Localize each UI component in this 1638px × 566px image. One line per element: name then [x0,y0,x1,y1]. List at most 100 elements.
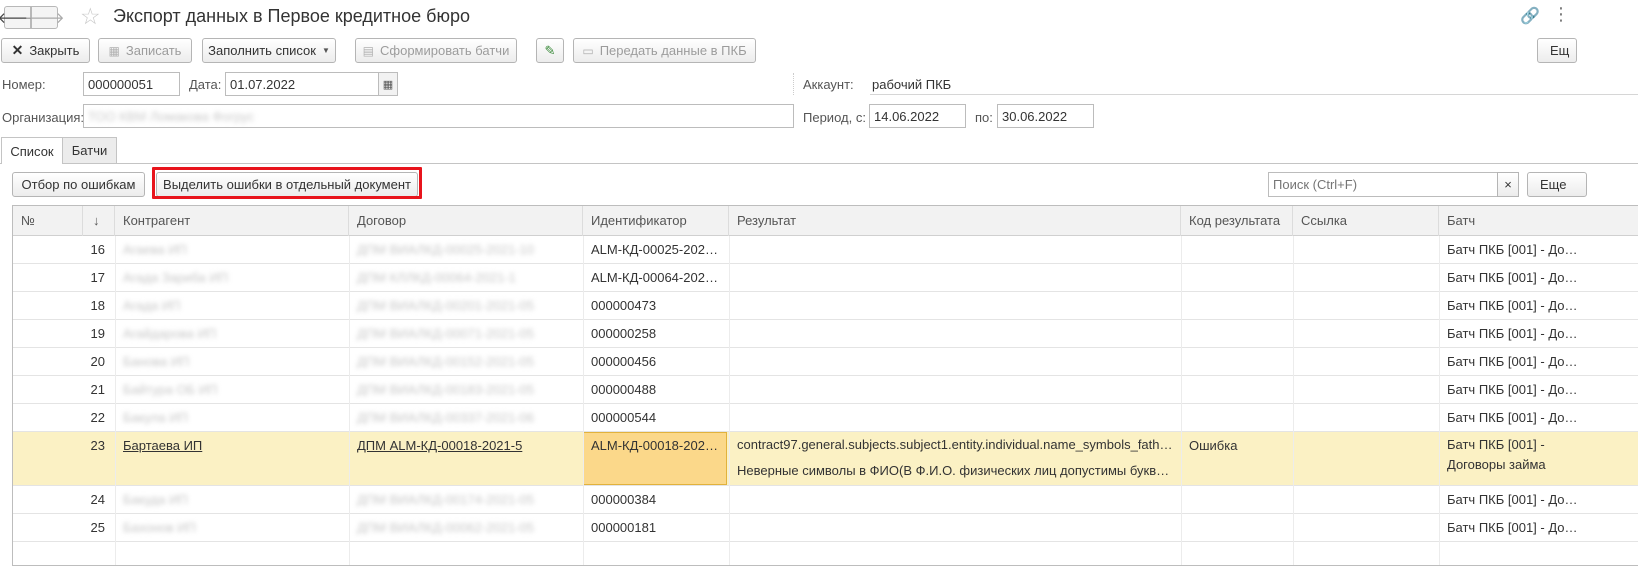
period-from-field[interactable]: 14.06.2022 [869,104,966,128]
cell-counterparty[interactable]: Бахонов ИП [115,514,349,542]
column-header-batch[interactable]: Батч [1439,206,1638,236]
table-row[interactable]: 18 Агада ИП ДПМ ВИАЛКД-00201-2021-05 000000… [13,292,1638,320]
cell-batch-line1: Батч ПКБ [001] - До… [1447,270,1578,285]
cell-link [1293,486,1439,514]
list-more-button[interactable]: Еще [1527,172,1587,197]
column-divider [1439,236,1440,565]
cell-link [1293,514,1439,542]
save-button[interactable]: ▦ Записать [98,38,192,63]
table-row[interactable]: 19 Агайдарова ИП ДПМ ВИАЛКД-00071-2021-05 0… [13,320,1638,348]
cell-number: 25 [90,520,105,535]
table-row[interactable]: 16 Агаева ИП ДПМ ВИАЛКД-00025-2021-10 ALM-К… [13,236,1638,264]
cell-link [1293,348,1439,376]
calendar-button[interactable]: ▦ [378,72,398,96]
cell-result [729,236,1181,264]
cell-contract[interactable]: ДПМ ВИАЛКД-00062-2021-05 [349,514,583,542]
organization-label: Организация: [2,110,85,125]
column-header-counterparty[interactable]: Контрагент [115,206,349,236]
cell-result-code [1181,348,1293,376]
window-title: Экспорт данных в Первое кредитное бюро [113,6,470,26]
cell-counterparty[interactable]: Байтура ОБ ИП [115,376,349,404]
cell-batch-line1: Батч ПКБ [001] - До… [1447,354,1578,369]
tab-batches[interactable]: Батчи [62,137,117,163]
period-to-field[interactable]: 30.06.2022 [997,104,1094,128]
account-underline [870,94,1638,95]
cell-contract[interactable]: ДПМ ВИАЛКД-00183-2021-05 [349,376,583,404]
cell-contract[interactable]: ДПМ ВИАЛКД-00201-2021-05 [349,292,583,320]
table-row[interactable]: 24 Бакуда ИП ДПМ ВИАЛКД-00174-2021-05 00000… [13,486,1638,514]
cell-counterparty[interactable]: Агада ИП [115,292,349,320]
column-divider [1181,236,1182,565]
cell-result-code [1181,264,1293,292]
number-label: Номер: [2,77,46,92]
clear-search-button[interactable]: × [1497,172,1519,197]
data-table[interactable]: № ↓ Контрагент Договор Идентификатор Рез… [12,205,1638,566]
column-header-contract[interactable]: Договор [349,206,583,236]
cell-result [729,376,1181,404]
send-to-pkb-button[interactable]: ▭ Передать данные в ПКБ [573,38,756,63]
column-header-result-code[interactable]: Код результата [1181,206,1293,236]
sort-arrow-icon[interactable]: ↓ [83,206,115,236]
column-header-number[interactable]: № [13,206,83,236]
table-row[interactable]: 17 Агада Зариба ИП ДПМ КЛЛКД-00064-2021-1 A… [13,264,1638,292]
cell-result [729,348,1181,376]
table-row[interactable]: 22 Бакула ИП ДПМ ВИАЛКД-00337-2021-06 00000… [13,404,1638,432]
cell-contract[interactable]: ДПМ ВИАЛКД-00071-2021-05 [349,320,583,348]
column-header-link[interactable]: Ссылка [1293,206,1439,236]
number-field[interactable]: 000000051 [83,72,180,96]
calendar-icon: ▦ [382,78,394,91]
column-header-identifier[interactable]: Идентификатор [583,206,729,236]
send-icon: ▭ [582,43,594,58]
organization-field[interactable]: ТОО КВМ Ломакова Фогрус [83,104,794,128]
cell-identifier: 000000384 [591,492,657,507]
cell-link [1293,404,1439,432]
cell-contract[interactable]: ДПМ ВИАЛКД-00152-2021-05 [349,348,583,376]
date-field[interactable]: 01.07.2022 [225,72,379,96]
cell-counterparty[interactable]: Бакула ИП [115,404,349,432]
cell-result-code [1181,486,1293,514]
highlight-frame [152,167,422,199]
cell-contract[interactable]: ДПМ КЛЛКД-00064-2021-1 [349,264,583,292]
cell-contract[interactable]: ДПМ ВИАЛКД-00337-2021-06 [349,404,583,432]
filter-errors-button[interactable]: Отбор по ошибкам [12,172,145,197]
column-header-result[interactable]: Результат [729,206,1181,236]
more-vertical-icon[interactable]: ⋮ [1552,4,1570,25]
account-value[interactable]: рабочий ПКБ [872,77,951,92]
pen-settings-button[interactable]: ✎ [536,38,564,63]
cell-contract[interactable]: ДПМ ALM-КД-00018-2021-5 [349,432,583,486]
forward-button[interactable]: 🡒 [24,6,65,29]
cell-number: 19 [90,326,105,341]
cell-counterparty[interactable]: Банова ИП [115,348,349,376]
tab-list[interactable]: Список [1,137,63,164]
build-batches-button[interactable]: ▤ Сформировать батчи [355,38,517,63]
cell-counterparty[interactable]: Бакуда ИП [115,486,349,514]
cell-link [1293,292,1439,320]
cell-link [1293,432,1439,486]
fill-list-button[interactable]: Заполнить список ▼ [202,38,336,63]
cell-counterparty[interactable]: Агайдарова ИП [115,320,349,348]
search-input[interactable] [1268,172,1498,197]
tabs-divider [0,163,1638,164]
favorite-star-icon[interactable]: ☆ [80,3,101,30]
column-divider [583,236,584,565]
cell-result-line1: contract97.general.subjects.subject1.ent… [737,437,1173,452]
cell-contract[interactable]: ДПМ ВИАЛКД-00025-2021-10 [349,236,583,264]
cell-result-line2: Неверные символы в ФИО(В Ф.И.О. физическ… [737,463,1173,478]
link-icon[interactable]: 🔗 [1520,6,1540,26]
table-row-selected[interactable]: 23 Бартаева ИП ДПМ ALM-КД-00018-2021-5 ALM-… [13,432,1638,486]
more-button[interactable]: Ещ [1537,38,1577,63]
cell-result-code [1181,376,1293,404]
cell-counterparty[interactable]: Агада Зариба ИП [115,264,349,292]
cell-counterparty[interactable]: Бартаева ИП [115,432,349,486]
cell-counterparty[interactable]: Агаева ИП [115,236,349,264]
table-row[interactable]: 21 Байтура ОБ ИП ДПМ ВИАЛКД-00183-2021-05 0… [13,376,1638,404]
cell-link [1293,236,1439,264]
cell-batch-line1: Батч ПКБ [001] - До… [1447,242,1578,257]
close-button[interactable]: ✕ Закрыть [1,38,90,63]
cell-number: 22 [90,410,105,425]
cell-result: contract97.general.subjects.subject1.ent… [729,432,1181,486]
cell-identifier: ALM-КД-00064-2021-1 [591,270,724,285]
table-row[interactable]: 25 Бахонов ИП ДПМ ВИАЛКД-00062-2021-05 0000… [13,514,1638,542]
cell-contract[interactable]: ДПМ ВИАЛКД-00174-2021-05 [349,486,583,514]
table-row[interactable]: 20 Банова ИП ДПМ ВИАЛКД-00152-2021-05 00000… [13,348,1638,376]
